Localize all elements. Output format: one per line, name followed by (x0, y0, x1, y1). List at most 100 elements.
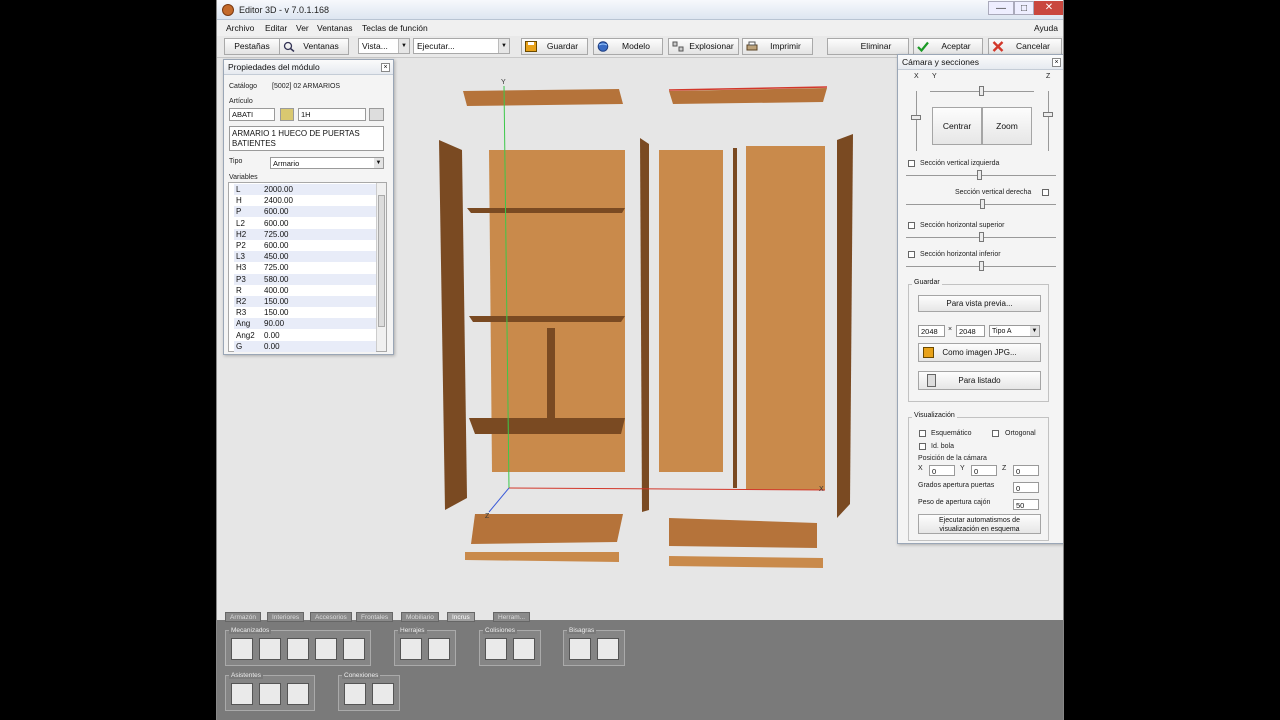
modelo-button[interactable]: Modelo (593, 38, 663, 55)
tab-accesorios[interactable]: Accesorios (310, 612, 352, 622)
variable-row[interactable]: R2 150.00 (234, 296, 376, 307)
mecanizado-3-icon[interactable] (287, 638, 309, 660)
tab-mobiliario[interactable]: Mobiliario (401, 612, 439, 622)
mecanizado-2-icon[interactable] (259, 638, 281, 660)
menu-ventanas[interactable]: Ventanas (317, 23, 352, 33)
mecanizado-5-icon[interactable] (343, 638, 365, 660)
vista-previa-button[interactable]: Para vista previa... (918, 295, 1041, 312)
sec-h-sup-checkbox[interactable] (908, 222, 915, 229)
variable-value[interactable]: 400.00 (264, 285, 288, 296)
bisagra-2-icon[interactable] (597, 638, 619, 660)
3d-viewport[interactable]: Y Z X Propiedades del módulo × Catálogo … (217, 54, 1063, 620)
tab-armazon[interactable]: Armazón (225, 612, 262, 622)
sec-h-inf-checkbox[interactable] (908, 251, 915, 258)
tab-incrus[interactable]: Incrus (447, 612, 475, 622)
variable-row[interactable]: L 2000.00 (234, 184, 376, 195)
menu-ver[interactable]: Ver (296, 23, 309, 33)
x-slider[interactable] (916, 91, 917, 151)
tipo-select[interactable]: Tipo A ▼ (989, 325, 1040, 337)
ortogonal-checkbox[interactable] (992, 430, 999, 437)
sec-v-der-thumb[interactable] (980, 199, 985, 209)
variable-row[interactable]: G 0.00 (234, 340, 376, 352)
zoom-button[interactable]: Zoom (982, 107, 1032, 145)
conexion-2-icon[interactable] (372, 683, 394, 705)
variable-value[interactable]: 725.00 (264, 229, 288, 240)
close-icon[interactable]: ✕ (1034, 1, 1063, 15)
variable-value[interactable]: 580.00 (264, 274, 288, 285)
type-select[interactable]: Armario ▼ (270, 157, 384, 169)
asistente-2-icon[interactable] (259, 683, 281, 705)
variable-value[interactable]: 600.00 (264, 240, 288, 251)
colision-1-icon[interactable] (485, 638, 507, 660)
centrar-button[interactable]: Centrar (932, 107, 982, 145)
scrollbar[interactable] (376, 183, 386, 351)
menu-archivo[interactable]: Archivo (226, 23, 254, 33)
menu-teclas[interactable]: Teclas de función (362, 23, 428, 33)
variable-row[interactable]: H 2400.00 (234, 195, 376, 207)
variable-row[interactable]: P 600.00 (234, 206, 376, 218)
variable-row[interactable]: P3 580.00 (234, 273, 376, 285)
tab-herram[interactable]: Herram... (493, 612, 531, 622)
ventanas-button[interactable]: Ventanas (279, 38, 349, 55)
pestanas-button[interactable]: Pestañas (224, 38, 280, 55)
variable-value[interactable]: 150.00 (264, 307, 288, 318)
article-picker-icon[interactable] (280, 108, 294, 121)
variable-row[interactable]: R3 150.00 (234, 307, 376, 319)
conexion-1-icon[interactable] (344, 683, 366, 705)
article-sub-field[interactable]: 1H (298, 108, 366, 121)
ejecutar-automatismos-button[interactable]: Ejecutar automatismos de visualización e… (918, 514, 1041, 534)
variable-row[interactable]: H2 725.00 (234, 228, 376, 240)
eliminar-button[interactable]: Eliminar (827, 38, 909, 55)
menu-editar[interactable]: Editar (265, 23, 287, 33)
edit-icon[interactable] (369, 108, 384, 121)
variable-row[interactable]: L3 450.00 (234, 251, 376, 263)
ejecutar-select[interactable]: Ejecutar... ▼ (413, 38, 510, 54)
grados-field[interactable]: 0 (1013, 482, 1039, 493)
z-slider-thumb[interactable] (1043, 112, 1053, 117)
sec-h-sup-thumb[interactable] (979, 232, 984, 242)
sec-v-izq-thumb[interactable] (977, 170, 982, 180)
cancelar-button[interactable]: Cancelar (988, 38, 1062, 55)
variable-value[interactable]: 600.00 (264, 206, 288, 217)
variable-value[interactable]: 725.00 (264, 262, 288, 273)
peso-field[interactable]: 50 (1013, 499, 1039, 510)
mecanizado-1-icon[interactable] (231, 638, 253, 660)
variable-value[interactable]: 2000.00 (264, 184, 293, 195)
sec-h-inf-thumb[interactable] (979, 261, 984, 271)
height-field[interactable]: 2048 (956, 325, 985, 337)
asistente-1-icon[interactable] (231, 683, 253, 705)
cam-y-field[interactable]: 0 (971, 465, 997, 476)
bisagra-1-icon[interactable] (569, 638, 591, 660)
variable-value[interactable]: 450.00 (264, 251, 288, 262)
width-field[interactable]: 2048 (918, 325, 945, 337)
aceptar-button[interactable]: Aceptar (913, 38, 983, 55)
imprimir-button[interactable]: Imprimir (742, 38, 813, 55)
menu-ayuda[interactable]: Ayuda (1034, 23, 1058, 33)
variable-value[interactable]: 0.00 (264, 341, 280, 352)
description-field[interactable]: ARMARIO 1 HUECO DE PUERTAS BATIENTES (229, 126, 384, 151)
colision-2-icon[interactable] (513, 638, 535, 660)
como-jpg-button[interactable]: Como imagen JPG... (918, 343, 1041, 362)
mecanizado-4-icon[interactable] (315, 638, 337, 660)
variable-value[interactable]: 90.00 (264, 318, 284, 329)
id-bola-checkbox[interactable] (919, 443, 926, 450)
variable-row[interactable]: Ang2 0.00 (234, 329, 376, 341)
variable-row[interactable]: H3 725.00 (234, 262, 376, 274)
esquematico-checkbox[interactable] (919, 430, 926, 437)
herraje-1-icon[interactable] (400, 638, 422, 660)
variable-value[interactable]: 600.00 (264, 218, 288, 229)
cam-z-field[interactable]: 0 (1013, 465, 1039, 476)
close-icon[interactable]: × (381, 63, 390, 72)
sec-v-der-checkbox[interactable] (1042, 189, 1049, 196)
asistente-3-icon[interactable] (287, 683, 309, 705)
para-listado-button[interactable]: Para listado (918, 371, 1041, 390)
z-slider[interactable] (1048, 91, 1049, 151)
explosionar-button[interactable]: Explosionar (668, 38, 739, 55)
guardar-button[interactable]: Guardar (521, 38, 588, 55)
vista-select[interactable]: Vista... ▼ (358, 38, 410, 54)
tab-interiores[interactable]: Interiores (267, 612, 305, 622)
variable-value[interactable]: 150.00 (264, 296, 288, 307)
minimize-icon[interactable]: — (988, 1, 1014, 15)
variable-value[interactable]: 2400.00 (264, 195, 293, 206)
sec-v-izq-checkbox[interactable] (908, 160, 915, 167)
